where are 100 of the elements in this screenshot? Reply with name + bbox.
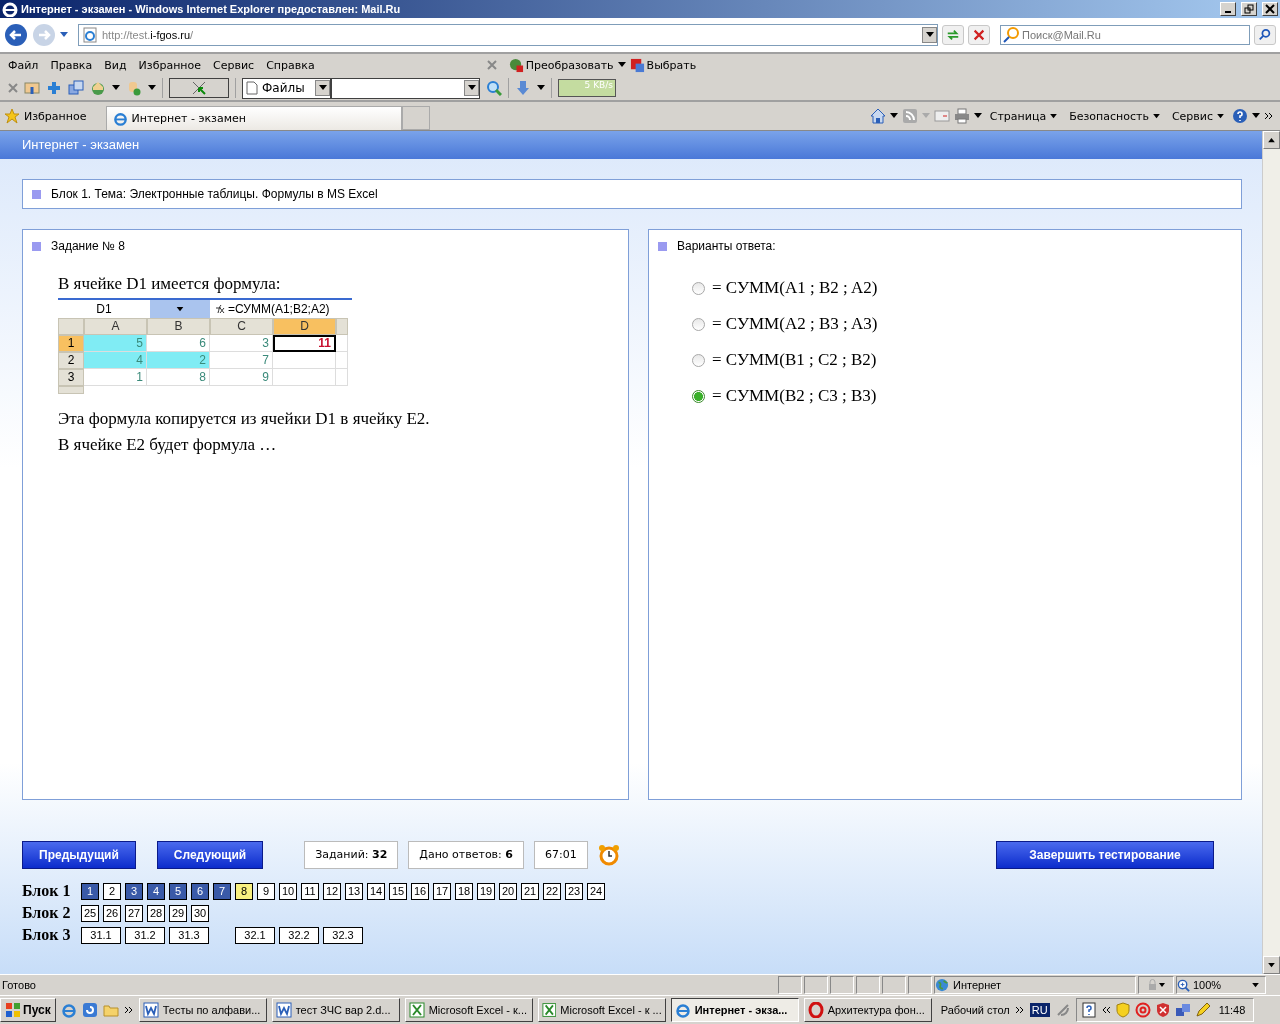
question-number-button[interactable]: 6 <box>191 882 209 900</box>
search-dropdown[interactable] <box>331 77 480 99</box>
cursor-button[interactable] <box>169 78 229 98</box>
taskbar-button[interactable]: Интернет - экза... <box>670 998 799 1022</box>
question-number-button[interactable]: 30 <box>191 904 209 922</box>
chevron-icon[interactable] <box>123 1006 134 1014</box>
favorites-button[interactable]: Избранное <box>4 108 103 124</box>
refresh-icon[interactable] <box>81 1002 98 1018</box>
windows-icon[interactable] <box>68 80 84 96</box>
question-number-button[interactable]: 32.1 <box>235 926 275 944</box>
answer-option[interactable]: = СУММ(A1 ; B2 ; A2) <box>712 278 878 298</box>
language-indicator[interactable]: RU <box>1029 1003 1050 1017</box>
search-field[interactable]: Поиск@Mail.Ru <box>1000 25 1250 45</box>
question-number-button[interactable]: 32.3 <box>323 926 363 944</box>
caret-icon[interactable] <box>148 85 156 91</box>
question-number-button[interactable]: 20 <box>499 882 517 900</box>
scroll-down-button[interactable] <box>1263 956 1280 974</box>
question-number-button[interactable]: 5 <box>169 882 187 900</box>
question-number-button[interactable]: 10 <box>279 882 297 900</box>
caret-icon[interactable] <box>1252 113 1260 119</box>
radio-button[interactable] <box>692 317 705 331</box>
scroll-up-button[interactable] <box>1263 131 1280 149</box>
next-button[interactable]: Следующий <box>156 841 264 869</box>
taskbar-button[interactable]: тест ЗЧС вар 2.d... <box>271 998 400 1022</box>
question-number-button[interactable]: 21 <box>521 882 539 900</box>
download-icon[interactable] <box>515 80 531 96</box>
restore-button[interactable] <box>1241 2 1257 16</box>
mail-icon[interactable] <box>933 108 950 124</box>
caret-icon[interactable] <box>537 85 545 91</box>
question-number-button[interactable]: 27 <box>125 904 143 922</box>
question-number-button[interactable]: 26 <box>103 904 121 922</box>
command-menu[interactable]: Безопасность <box>1065 109 1164 123</box>
caret-icon[interactable] <box>973 113 982 119</box>
question-number-button[interactable]: 11 <box>301 882 319 900</box>
help-icon[interactable] <box>1232 108 1248 124</box>
menu-item[interactable]: Справка <box>262 58 323 72</box>
chevron-icon[interactable] <box>1264 112 1274 120</box>
answer-option[interactable]: = СУММ(B1 ; C2 ; B2) <box>712 350 877 370</box>
desktop-toolbar[interactable]: Рабочий стол <box>936 1004 1010 1016</box>
question-number-button[interactable]: 4 <box>147 882 165 900</box>
start-button[interactable]: Пуск <box>0 998 56 1022</box>
dropdown-button[interactable] <box>315 80 330 96</box>
zoom-control[interactable]: 100% <box>1176 976 1266 994</box>
taskbar-button[interactable]: Архитектура фон... <box>803 998 932 1022</box>
convert-button[interactable]: Преобразовать <box>504 57 618 73</box>
files-dropdown[interactable]: Файлы <box>242 77 331 99</box>
stop-button[interactable] <box>968 25 990 45</box>
question-number-button[interactable]: 14 <box>367 882 385 900</box>
question-number-button[interactable]: 13 <box>345 882 363 900</box>
caret-icon[interactable] <box>889 113 898 119</box>
taskbar-button[interactable]: Microsoft Excel - к ... <box>537 998 666 1022</box>
menu-item[interactable]: Вид <box>100 58 135 72</box>
chevron-icon[interactable] <box>1100 1006 1111 1014</box>
question-number-button[interactable]: 2 <box>103 882 121 900</box>
question-number-button[interactable]: 7 <box>213 882 231 900</box>
taskbar-button[interactable]: Microsoft Excel - к... <box>404 998 533 1022</box>
question-number-button[interactable]: 31.2 <box>125 926 165 944</box>
question-number-button[interactable]: 31.1 <box>81 926 121 944</box>
address-field[interactable]: http://test.i-fgos.ru/ <box>78 24 938 46</box>
question-number-button[interactable]: 19 <box>477 882 495 900</box>
home-icon[interactable] <box>90 80 106 96</box>
home-icon[interactable] <box>869 108 886 124</box>
question-number-button[interactable]: 3 <box>125 882 143 900</box>
browser-icon[interactable] <box>60 1002 77 1018</box>
caret-icon[interactable] <box>112 85 120 91</box>
search-button[interactable] <box>1254 25 1276 45</box>
caret-icon[interactable] <box>60 32 68 38</box>
taskbar-button[interactable]: Тесты по алфави... <box>138 998 267 1022</box>
menu-item[interactable]: Файл <box>4 58 47 72</box>
shield-icon[interactable] <box>1154 1002 1171 1018</box>
radio-button[interactable] <box>692 281 705 295</box>
caret-icon[interactable] <box>617 62 626 68</box>
close-icon[interactable] <box>8 83 18 93</box>
mail-icon[interactable] <box>24 80 40 96</box>
magnifier-icon[interactable] <box>486 80 502 96</box>
browser-tab[interactable]: Интернет - экзамен <box>106 106 403 130</box>
chevron-icon[interactable] <box>1014 1006 1025 1014</box>
finish-button[interactable]: Завершить тестирование <box>996 841 1214 869</box>
close-button[interactable] <box>1262 2 1278 16</box>
question-number-button[interactable]: 16 <box>411 882 429 900</box>
back-button[interactable] <box>4 23 28 47</box>
answer-option[interactable]: = СУММ(B2 ; C3 ; B3) <box>712 386 877 406</box>
question-number-button[interactable]: 15 <box>389 882 407 900</box>
question-number-button[interactable]: 22 <box>543 882 561 900</box>
command-menu[interactable]: Страница <box>985 109 1062 123</box>
question-number-button[interactable]: 29 <box>169 904 187 922</box>
radio-button[interactable] <box>692 389 705 403</box>
close-icon[interactable] <box>486 60 497 70</box>
menu-item[interactable]: Избранное <box>134 58 210 72</box>
question-number-button[interactable]: 9 <box>257 882 275 900</box>
question-number-button[interactable]: 8 <box>235 882 253 900</box>
pencil-icon[interactable] <box>1194 1002 1211 1018</box>
question-number-button[interactable]: 1 <box>81 882 99 900</box>
question-number-button[interactable]: 31.3 <box>169 926 209 944</box>
scroll-bar[interactable] <box>1262 131 1280 974</box>
dropdown-button[interactable] <box>464 80 479 96</box>
select-button[interactable]: Выбрать <box>625 57 701 73</box>
menu-item[interactable]: Правка <box>46 58 101 72</box>
previous-button[interactable]: Предыдущий <box>22 841 136 869</box>
network-icon[interactable] <box>1174 1002 1191 1018</box>
